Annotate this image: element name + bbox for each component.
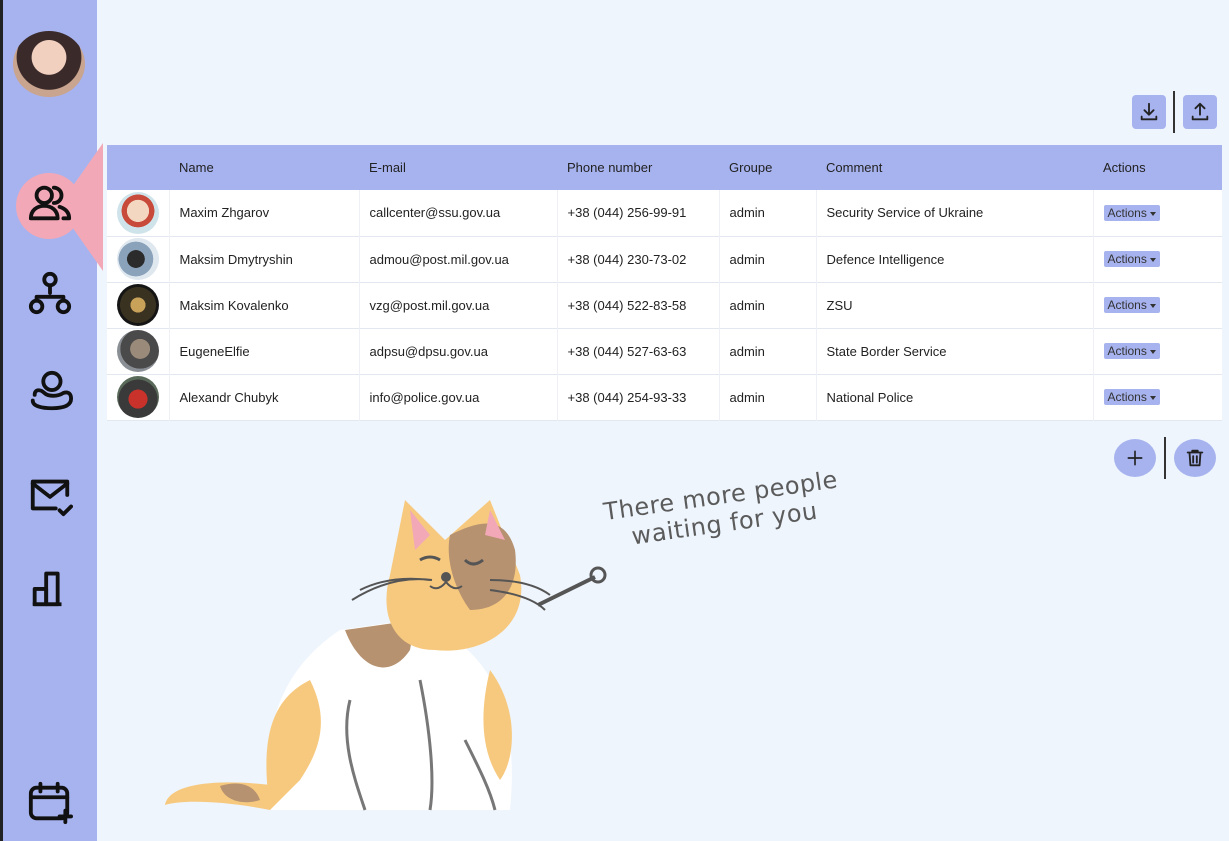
actions-label: Actions bbox=[1107, 298, 1147, 312]
cell-email: admou@post.mil.gov.ua bbox=[359, 236, 558, 282]
caret-down-icon bbox=[1149, 303, 1156, 308]
actions-label: Actions bbox=[1107, 252, 1147, 266]
caret-down-icon bbox=[1149, 211, 1156, 216]
cell-email: info@police.gov.ua bbox=[359, 374, 558, 420]
user-avatar[interactable] bbox=[13, 31, 85, 97]
profile-card-icon[interactable] bbox=[25, 366, 75, 416]
table-header: Name E-mail Phone number Groupe Comment … bbox=[107, 145, 1222, 190]
caret-down-icon bbox=[1149, 257, 1156, 262]
avatar bbox=[117, 330, 159, 372]
table-row[interactable]: Maksim Kovalenko vzg@post.mil.gov.ua +38… bbox=[107, 282, 1222, 328]
cell-name: Alexandr Chubyk bbox=[169, 374, 360, 420]
cell-phone: +38 (044) 256-99-91 bbox=[557, 190, 720, 236]
cell-phone: +38 (044) 527-63-63 bbox=[557, 328, 720, 374]
actions-dropdown[interactable]: Actions bbox=[1103, 297, 1160, 313]
cell-email: adpsu@dpsu.gov.ua bbox=[359, 328, 558, 374]
cell-email: vzg@post.mil.gov.ua bbox=[359, 282, 558, 328]
table-row[interactable]: EugeneElfie adpsu@dpsu.gov.ua +38 (044) … bbox=[107, 328, 1222, 374]
cell-comment: Defence Intelligence bbox=[816, 236, 1094, 282]
header-avatar bbox=[107, 145, 169, 190]
cell-comment: ZSU bbox=[816, 282, 1094, 328]
cell-name: Maxim Zhgarov bbox=[169, 190, 360, 236]
cell-group: admin bbox=[719, 236, 817, 282]
header-actions: Actions bbox=[1103, 160, 1146, 175]
add-user-button[interactable] bbox=[1114, 439, 1156, 477]
action-divider bbox=[1164, 437, 1166, 479]
table-row[interactable]: Maksim Dmytryshin admou@post.mil.gov.ua … bbox=[107, 236, 1222, 282]
avatar bbox=[117, 238, 159, 280]
cell-email: callcenter@ssu.gov.ua bbox=[359, 190, 558, 236]
actions-label: Actions bbox=[1107, 344, 1147, 358]
calendar-add-icon[interactable] bbox=[25, 778, 75, 828]
users-table: Name E-mail Phone number Groupe Comment … bbox=[107, 145, 1222, 421]
actions-dropdown[interactable]: Actions bbox=[1103, 204, 1160, 221]
cell-comment: State Border Service bbox=[816, 328, 1094, 374]
users-icon[interactable] bbox=[25, 178, 75, 228]
header-phone[interactable]: Phone number bbox=[557, 145, 719, 190]
illustration-caption: There more people waiting for you bbox=[590, 464, 855, 556]
cell-group: admin bbox=[719, 190, 817, 236]
header-comment[interactable]: Comment bbox=[816, 145, 1093, 190]
caret-down-icon bbox=[1149, 349, 1156, 354]
delete-button[interactable] bbox=[1174, 439, 1216, 477]
cell-name: Maksim Kovalenko bbox=[169, 282, 360, 328]
cell-group: admin bbox=[719, 328, 817, 374]
cell-comment: National Police bbox=[816, 374, 1094, 420]
cell-phone: +38 (044) 522-83-58 bbox=[557, 282, 720, 328]
actions-label: Actions bbox=[1107, 205, 1147, 220]
hierarchy-icon[interactable] bbox=[25, 268, 75, 318]
mail-check-icon[interactable] bbox=[25, 470, 75, 520]
avatar bbox=[117, 191, 159, 234]
table-row[interactable]: Alexandr Chubyk info@police.gov.ua +38 (… bbox=[107, 374, 1222, 420]
download-button[interactable] bbox=[1132, 95, 1166, 129]
sidebar bbox=[0, 0, 103, 841]
chart-icon[interactable] bbox=[25, 562, 75, 612]
actions-dropdown[interactable]: Actions bbox=[1103, 389, 1160, 405]
upload-button[interactable] bbox=[1183, 95, 1217, 129]
cell-phone: +38 (044) 230-73-02 bbox=[557, 236, 720, 282]
trash-icon bbox=[1186, 449, 1204, 467]
caret-down-icon bbox=[1149, 395, 1156, 400]
actions-label: Actions bbox=[1107, 390, 1147, 404]
cell-name: Maksim Dmytryshin bbox=[169, 236, 360, 282]
header-name[interactable]: Name bbox=[169, 145, 359, 190]
cell-name: EugeneElfie bbox=[169, 328, 360, 374]
upload-icon bbox=[1191, 102, 1209, 121]
header-group[interactable]: Groupe bbox=[719, 145, 816, 190]
cell-phone: +38 (044) 254-93-33 bbox=[557, 374, 720, 420]
cat-illustration bbox=[165, 500, 607, 811]
actions-dropdown[interactable]: Actions bbox=[1103, 343, 1160, 359]
actions-dropdown[interactable]: Actions bbox=[1103, 251, 1160, 267]
toolbar-divider bbox=[1173, 91, 1175, 133]
table-row[interactable]: Maxim Zhgarov callcenter@ssu.gov.ua +38 … bbox=[107, 190, 1222, 236]
plus-icon bbox=[1127, 450, 1143, 466]
cell-group: admin bbox=[719, 374, 817, 420]
header-email[interactable]: E-mail bbox=[359, 145, 557, 190]
avatar bbox=[117, 284, 159, 326]
avatar bbox=[117, 376, 159, 418]
download-icon bbox=[1140, 102, 1158, 121]
cell-comment: Security Service of Ukraine bbox=[816, 190, 1094, 236]
cell-group: admin bbox=[719, 282, 817, 328]
